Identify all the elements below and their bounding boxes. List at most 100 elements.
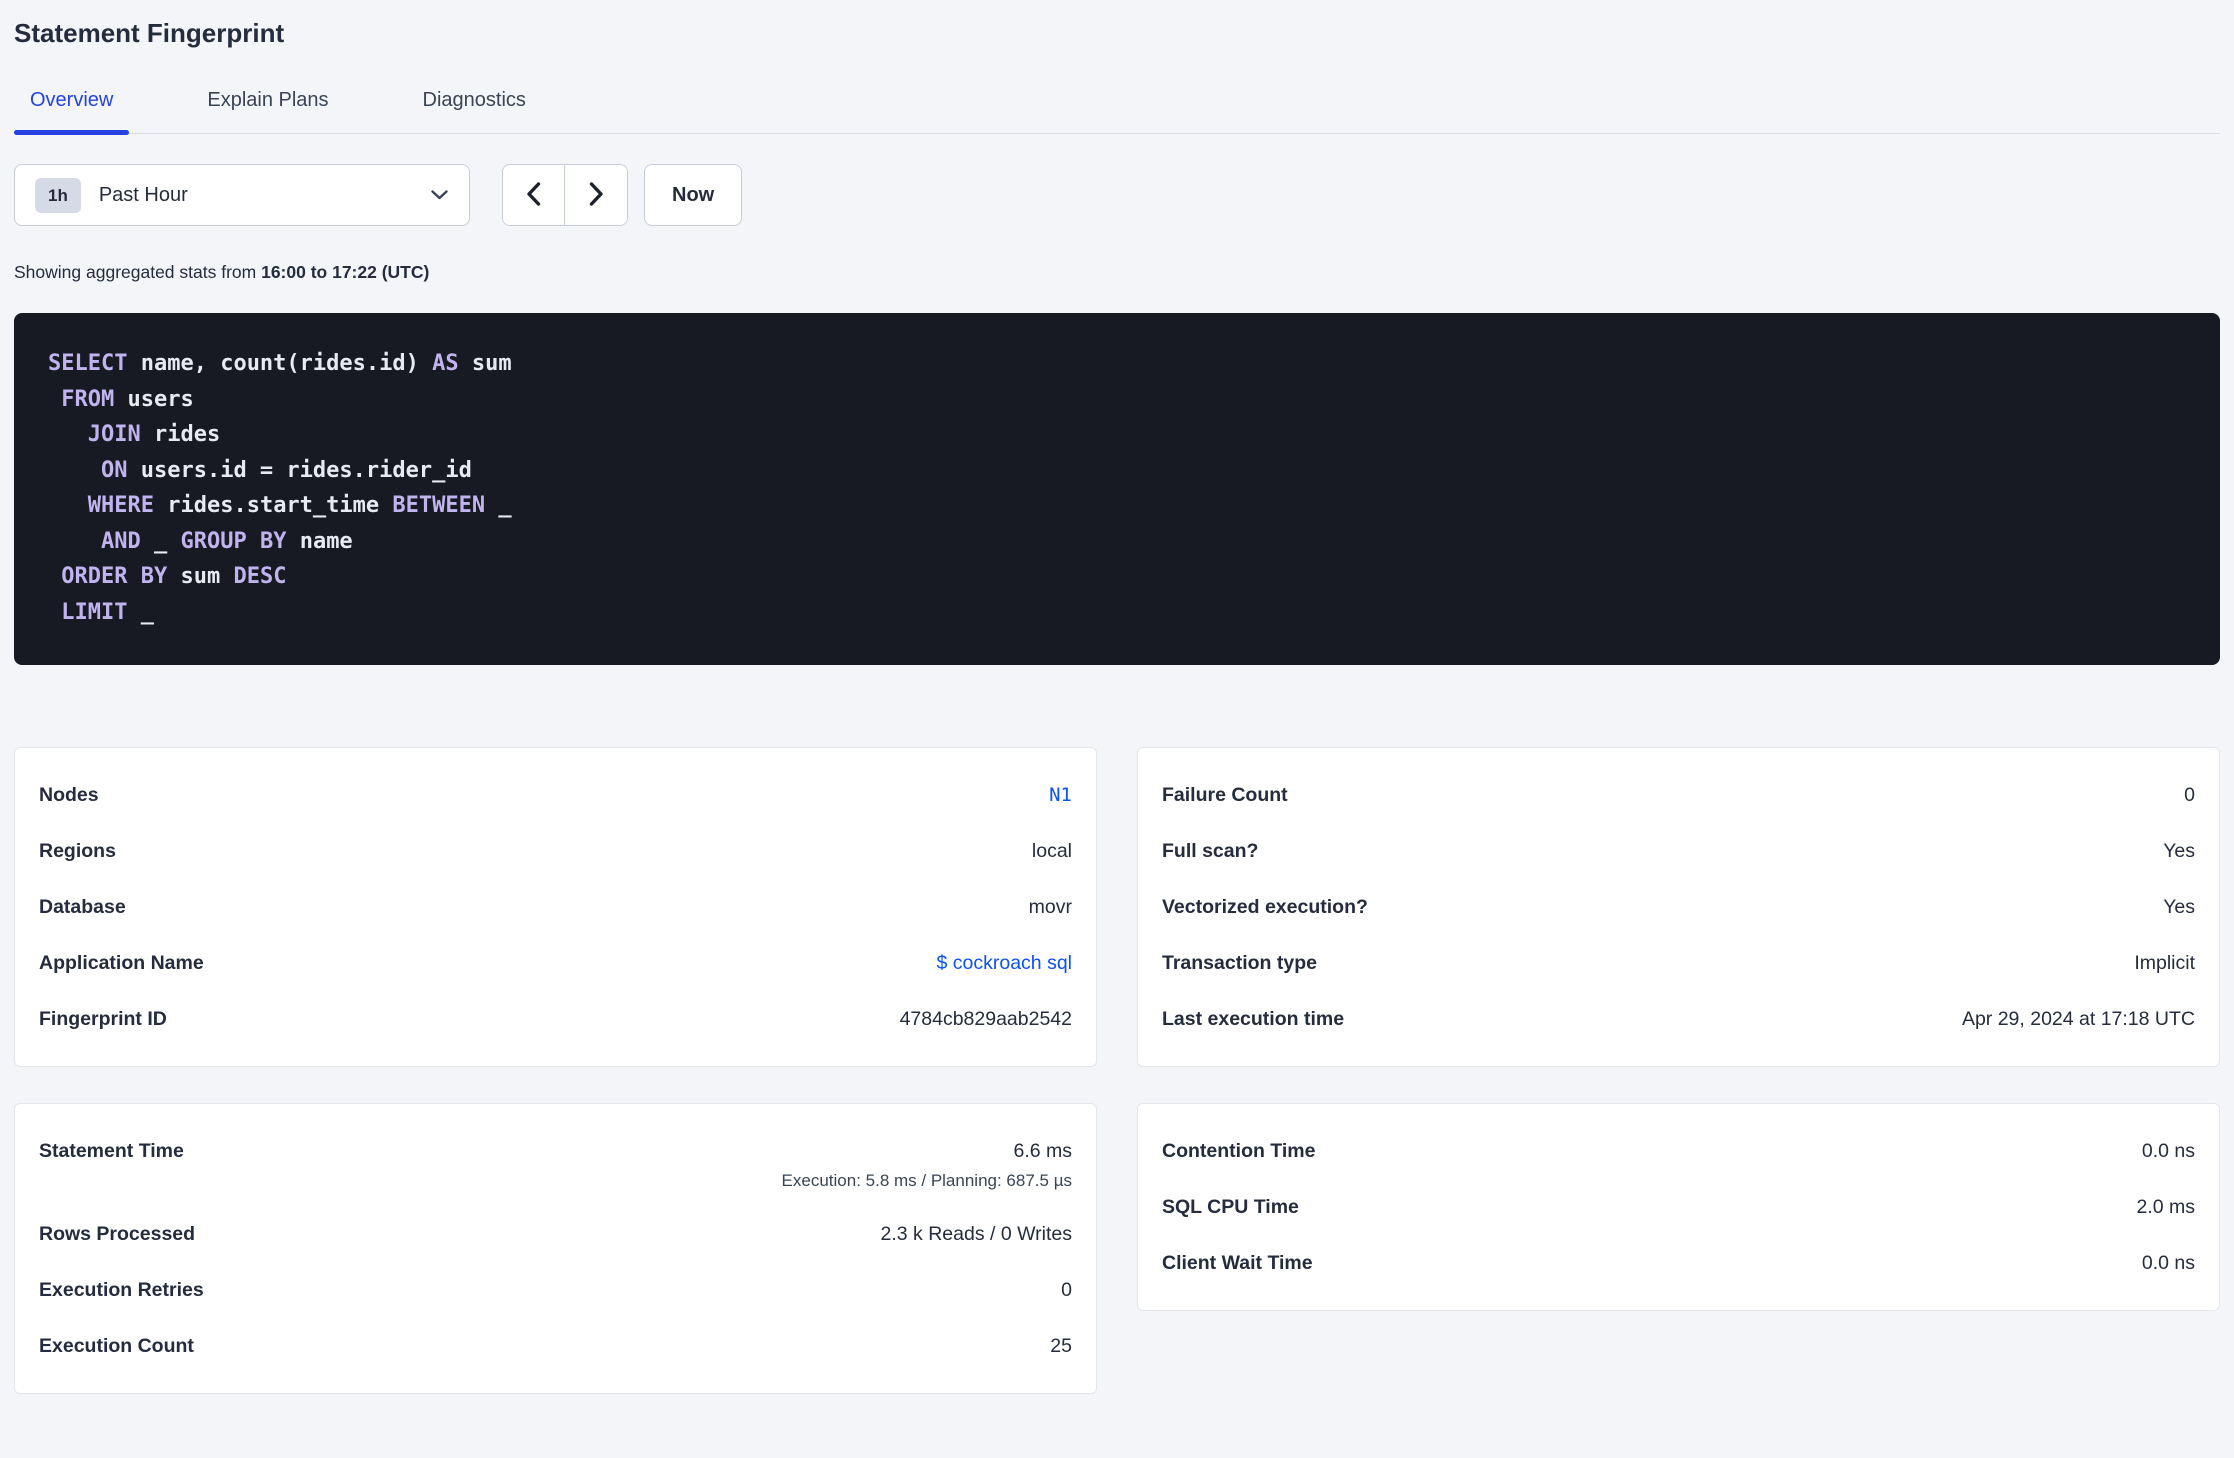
stat-value: 4784cb829aab2542 bbox=[899, 1008, 1072, 1031]
stat-value: 25 bbox=[1050, 1335, 1072, 1358]
chevron-right-icon bbox=[588, 181, 605, 210]
time-range-dropdown[interactable]: 1h Past Hour bbox=[14, 164, 470, 227]
stat-value-wrap: 2.3 k Reads / 0 Writes bbox=[881, 1220, 1072, 1248]
cards-grid: Nodes N1 Regions local Database movr Applicati… bbox=[14, 747, 2220, 1395]
stat-label: Nodes bbox=[39, 784, 99, 807]
stat-row: Statement Time 6.6 ms Execution: 5.8 ms / … bbox=[15, 1123, 1096, 1206]
stat-label: Full scan? bbox=[1162, 840, 1259, 863]
stat-value-link[interactable]: $ cockroach sql bbox=[937, 949, 1072, 977]
stat-label: Regions bbox=[39, 840, 116, 863]
stat-label: SQL CPU Time bbox=[1162, 1196, 1299, 1219]
stat-row: Client Wait Time 0.0 ns bbox=[1138, 1235, 2219, 1291]
stat-row: Contention Time 0.0 ns bbox=[1138, 1123, 2219, 1179]
tab-bar: Overview Explain Plans Diagnostics bbox=[14, 89, 2220, 136]
stat-value: 0 bbox=[1061, 1279, 1072, 1302]
stat-value: 2.3 k Reads / 0 Writes bbox=[880, 1223, 1072, 1246]
next-time-button[interactable] bbox=[565, 165, 627, 226]
tab-overview[interactable]: Overview bbox=[14, 89, 130, 136]
card-statement-details: Nodes N1 Regions local Database movr Applicati… bbox=[14, 747, 1097, 1068]
stat-value-wrap: 0.0 ns bbox=[2142, 1137, 2195, 1165]
stat-value: 0.0 ns bbox=[2141, 1252, 2195, 1275]
now-button[interactable]: Now bbox=[644, 164, 743, 227]
stat-label: Vectorized execution? bbox=[1162, 896, 1368, 919]
stat-value-wrap: Yes bbox=[2163, 837, 2195, 865]
stat-value-wrap: 2.0 ms bbox=[2136, 1193, 2195, 1221]
stat-row: Full scan? Yes bbox=[1138, 823, 2219, 879]
stats-summary-prefix: Showing aggregated stats from bbox=[14, 262, 262, 283]
tab-explain-plans[interactable]: Explain Plans bbox=[191, 89, 344, 133]
stat-label: Statement Time bbox=[39, 1140, 184, 1163]
prev-time-button[interactable] bbox=[503, 165, 565, 226]
chevron-down-icon bbox=[430, 189, 449, 201]
stat-value: 2.0 ms bbox=[2136, 1196, 2195, 1219]
stat-value-wrap: 0 bbox=[2184, 781, 2195, 809]
sql-line: ON users.id = rides.rider_id bbox=[100, 457, 472, 483]
stat-value-wrap: 25 bbox=[1050, 1332, 1072, 1360]
stat-value: local bbox=[1031, 840, 1072, 863]
stat-value: Yes bbox=[2163, 840, 2195, 863]
stat-value-wrap: Apr 29, 2024 at 17:18 UTC bbox=[1962, 1005, 2195, 1033]
stat-value: Apr 29, 2024 at 17:18 UTC bbox=[1961, 1008, 2195, 1031]
stat-label: Execution Retries bbox=[39, 1279, 204, 1302]
page-title: Statement Fingerprint bbox=[14, 18, 285, 48]
time-range-badge: 1h bbox=[35, 177, 81, 213]
card-execution-attributes: Failure Count 0 Full scan? Yes Vectorized ex… bbox=[1137, 747, 2220, 1068]
sql-line: FROM users bbox=[61, 386, 194, 412]
stat-value: Yes bbox=[2163, 896, 2195, 919]
sql-line: ORDER BY sum DESC bbox=[61, 564, 287, 590]
time-range-label: Past Hour bbox=[98, 183, 188, 206]
stat-value-wrap: Yes bbox=[2163, 893, 2195, 921]
stat-value-link[interactable]: N1 bbox=[1049, 781, 1072, 809]
stat-row: Regions local bbox=[15, 823, 1096, 879]
sql-line: WHERE rides.start_time BETWEEN _ bbox=[87, 493, 512, 519]
stat-row: Application Name $ cockroach sql bbox=[15, 935, 1096, 991]
statement-fingerprint-page: Statement Fingerprint Overview Explain Pl… bbox=[0, 0, 2234, 1395]
stat-value: 6.6 ms bbox=[1013, 1140, 1072, 1163]
time-step-group bbox=[502, 164, 628, 227]
stat-value-wrap: N1 bbox=[1049, 781, 1072, 809]
stat-row: Nodes N1 bbox=[15, 767, 1096, 823]
stat-value-wrap: 0 bbox=[1061, 1276, 1072, 1304]
stat-value: 0 bbox=[2184, 784, 2195, 807]
stat-label: Execution Count bbox=[39, 1335, 194, 1358]
stat-row: SQL CPU Time 2.0 ms bbox=[1138, 1179, 2219, 1235]
sql-line: LIMIT _ bbox=[61, 599, 154, 625]
stat-row: Last execution time Apr 29, 2024 at 17:18… bbox=[1138, 991, 2219, 1047]
stat-label: Rows Processed bbox=[39, 1223, 196, 1246]
stat-label: Failure Count bbox=[1162, 784, 1288, 807]
card-timing-stats: Statement Time 6.6 ms Execution: 5.8 ms / … bbox=[14, 1103, 1097, 1395]
stat-label: Contention Time bbox=[1162, 1140, 1316, 1163]
chevron-left-icon bbox=[525, 181, 542, 210]
stat-row: Failure Count 0 bbox=[1138, 767, 2219, 823]
stat-label: Database bbox=[39, 896, 126, 919]
stat-value-wrap: movr bbox=[1029, 893, 1072, 921]
sql-line: SELECT name, count(rides.id) AS sum bbox=[48, 351, 512, 377]
stat-label: Fingerprint ID bbox=[39, 1008, 167, 1031]
stat-value: Implicit bbox=[2134, 952, 2195, 975]
stat-row: Execution Count 25 bbox=[15, 1318, 1096, 1374]
stat-value-wrap: 0.0 ns bbox=[2142, 1249, 2195, 1277]
stat-value-wrap: 6.6 ms Execution: 5.8 ms / Planning: 687.… bbox=[782, 1137, 1072, 1192]
stat-label: Client Wait Time bbox=[1162, 1252, 1313, 1275]
sql-line: JOIN rides bbox=[87, 422, 221, 448]
aggregated-stats-summary: Showing aggregated stats from 16:00 to 1… bbox=[14, 262, 2220, 283]
stat-row: Database movr bbox=[15, 879, 1096, 935]
stats-summary-range: 16:00 to 17:22 (UTC) bbox=[261, 262, 430, 283]
sql-statement: SELECT name, count(rides.id) AS sum FROM… bbox=[14, 313, 2220, 666]
stat-row: Fingerprint ID 4784cb829aab2542 bbox=[15, 991, 1096, 1047]
stat-value-wrap: Implicit bbox=[2134, 949, 2195, 977]
stat-row: Vectorized execution? Yes bbox=[1138, 879, 2219, 935]
stat-value: movr bbox=[1028, 896, 1072, 919]
stat-label: Transaction type bbox=[1162, 952, 1317, 975]
sql-line: AND _ GROUP BY name bbox=[100, 528, 353, 554]
time-controls: 1h Past Hour Now bbox=[14, 164, 2220, 227]
stat-value: 0.0 ns bbox=[2141, 1140, 2195, 1163]
stat-row: Execution Retries 0 bbox=[15, 1262, 1096, 1318]
card-wait-stats: Contention Time 0.0 ns SQL CPU Time 2.0 ms C… bbox=[1137, 1103, 2220, 1312]
stat-label: Application Name bbox=[39, 952, 204, 975]
tab-diagnostics[interactable]: Diagnostics bbox=[407, 89, 542, 133]
stat-subvalue: Execution: 5.8 ms / Planning: 687.5 µs bbox=[781, 1171, 1072, 1191]
stat-value-wrap: local bbox=[1032, 837, 1072, 865]
stat-row: Transaction type Implicit bbox=[1138, 935, 2219, 991]
stat-label: Last execution time bbox=[1162, 1008, 1345, 1031]
